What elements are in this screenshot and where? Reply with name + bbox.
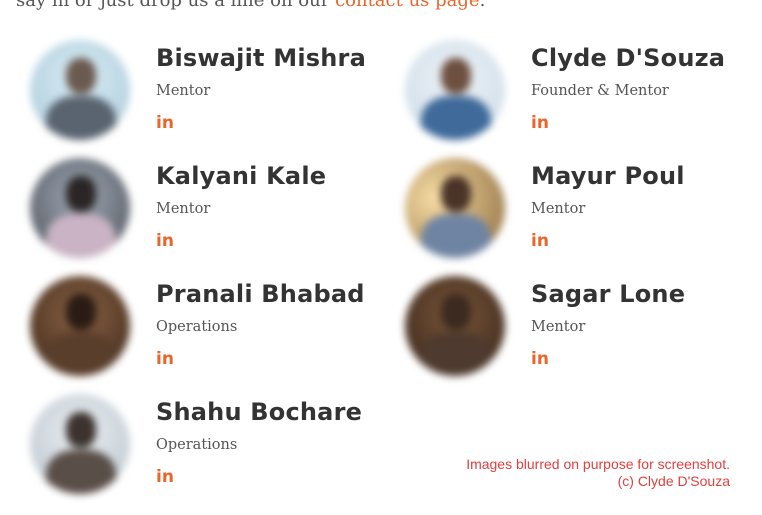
linkedin-icon[interactable]: in	[156, 469, 174, 486]
member-name: Shahu Bochare	[156, 398, 363, 426]
member-role: Mentor	[531, 319, 586, 335]
member-name: Clyde D'Souza	[531, 44, 726, 72]
team-grid: Biswajit Mishra Mentor in Clyde D'Souza …	[0, 0, 762, 515]
member-name: Mayur Poul	[531, 162, 685, 190]
note-line-2: (c) Clyde D'Souza	[617, 473, 730, 489]
member-role: Operations	[156, 319, 238, 335]
linkedin-icon[interactable]: in	[156, 233, 174, 250]
member-role: Mentor	[156, 83, 211, 99]
screenshot-note: Images blurred on purpose for screenshot…	[466, 456, 730, 490]
member-name: Sagar Lone	[531, 280, 686, 308]
linkedin-icon[interactable]: in	[156, 351, 174, 368]
member-role: Founder & Mentor	[531, 83, 669, 99]
linkedin-icon[interactable]: in	[156, 115, 174, 132]
member-name: Kalyani Kale	[156, 162, 327, 190]
member-name: Biswajit Mishra	[156, 44, 366, 72]
member-role: Mentor	[531, 201, 586, 217]
team-member-card: Sagar Lone Mentor in	[405, 276, 762, 386]
team-member-card: Pranali Bhabad Operations in	[30, 276, 390, 386]
linkedin-icon[interactable]: in	[531, 115, 549, 132]
member-avatar	[30, 40, 130, 140]
linkedin-icon[interactable]: in	[531, 351, 549, 368]
member-avatar	[405, 276, 505, 376]
team-member-card: Clyde D'Souza Founder & Mentor in	[405, 40, 762, 150]
team-member-card: Mayur Poul Mentor in	[405, 158, 762, 268]
team-member-card: Biswajit Mishra Mentor in	[30, 40, 390, 150]
member-role: Mentor	[156, 201, 211, 217]
linkedin-icon[interactable]: in	[531, 233, 549, 250]
member-name: Pranali Bhabad	[156, 280, 365, 308]
team-member-card: Shahu Bochare Operations in	[30, 394, 390, 504]
member-role: Operations	[156, 437, 238, 453]
member-avatar	[30, 394, 130, 494]
note-line-1: Images blurred on purpose for screenshot…	[466, 456, 730, 472]
member-avatar	[405, 158, 505, 258]
member-avatar	[405, 40, 505, 140]
member-avatar	[30, 158, 130, 258]
member-avatar	[30, 276, 130, 376]
team-member-card: Kalyani Kale Mentor in	[30, 158, 390, 268]
